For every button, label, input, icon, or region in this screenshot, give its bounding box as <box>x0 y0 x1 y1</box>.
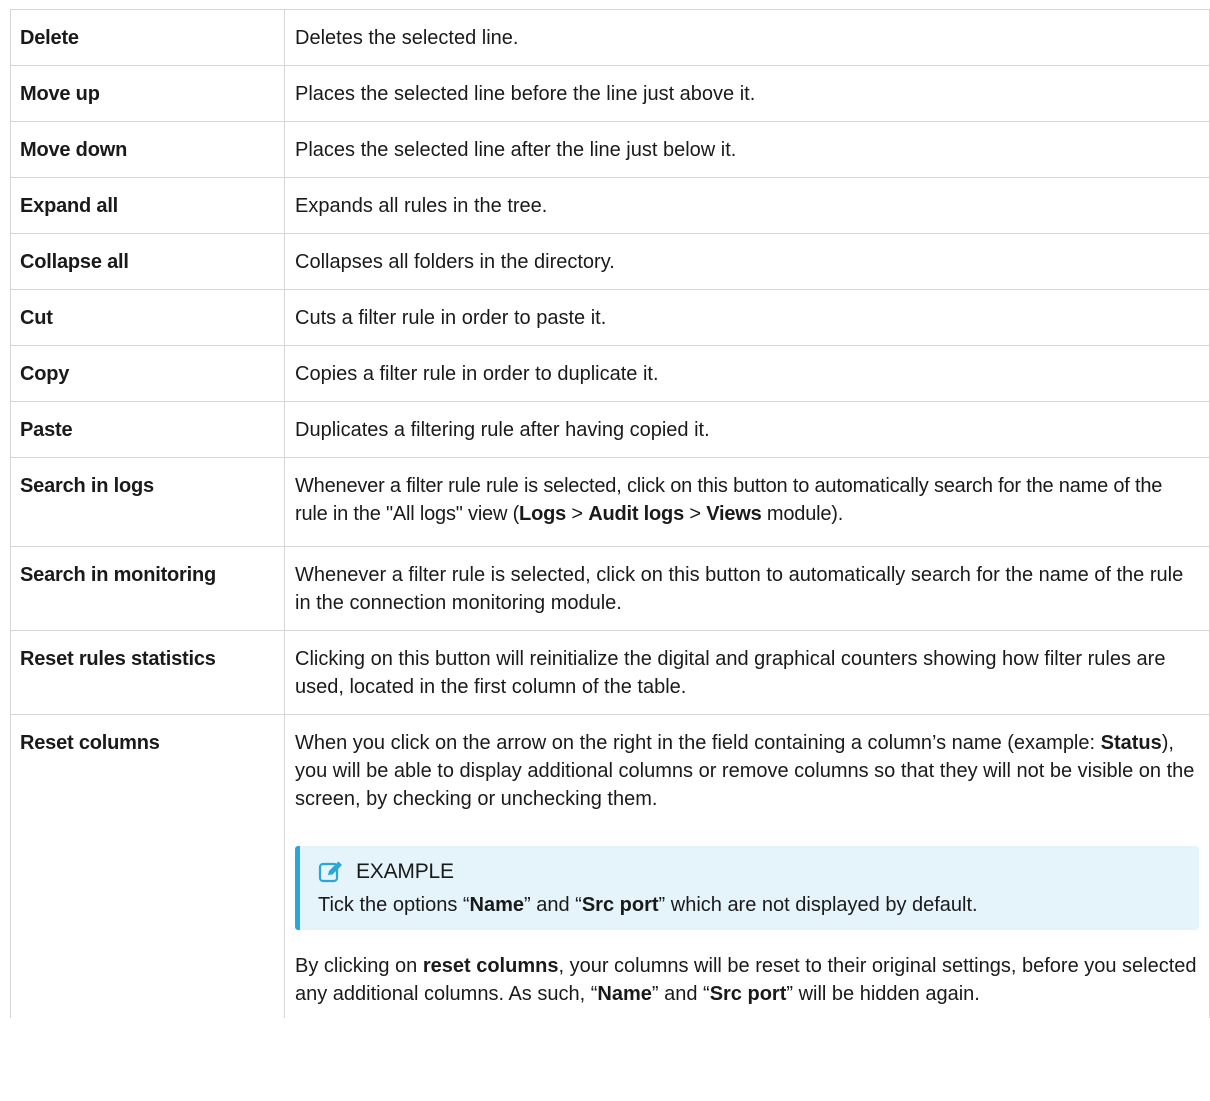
term-cell: Delete <box>10 9 285 66</box>
note-text-part: Tick the options “ <box>318 894 470 916</box>
paragraph-text: By clicking on <box>295 955 423 977</box>
description-cell: Places the selected line before the line… <box>284 65 1210 122</box>
menu-path-audit-logs: Audit logs <box>588 503 684 525</box>
description-cell: Copies a filter rule in order to duplica… <box>284 345 1210 402</box>
term-cell: Paste <box>10 401 285 458</box>
term-cell: Copy <box>10 345 285 402</box>
keyword-src-port: Src port <box>581 894 659 916</box>
term-cell: Search in monitoring <box>10 546 285 631</box>
table-row: Reset columns When you click on the arro… <box>10 714 1210 1018</box>
paragraph: When you click on the arrow on the right… <box>295 729 1199 813</box>
note-text-part: ” and “ <box>524 894 582 916</box>
keyword-reset-columns: reset columns <box>422 955 559 977</box>
table-row: Copy Copies a filter rule in order to du… <box>10 345 1210 402</box>
path-separator: > <box>684 503 707 525</box>
paragraph-text: ” will be hidden again. <box>786 983 980 1005</box>
description-cell: Expands all rules in the tree. <box>284 177 1210 234</box>
table-row: Search in monitoring Whenever a filter r… <box>10 546 1210 631</box>
description-cell: Places the selected line after the line … <box>284 121 1210 178</box>
term-cell: Expand all <box>10 177 285 234</box>
paragraph-text: ” and “ <box>651 983 710 1005</box>
description-cell: Duplicates a filtering rule after having… <box>284 401 1210 458</box>
description-cell: Whenever a filter rule is selected, clic… <box>284 546 1210 631</box>
path-separator: > <box>566 503 589 525</box>
description-cell: Clicking on this button will reinitializ… <box>284 630 1210 715</box>
table-row: Delete Deletes the selected line. <box>10 9 1210 66</box>
keyword-name: Name <box>597 983 652 1005</box>
table-row: Expand all Expands all rules in the tree… <box>10 177 1210 234</box>
keyword-status: Status <box>1100 732 1162 754</box>
paragraph-text: When you click on the arrow on the right… <box>295 732 1101 754</box>
term-cell: Move down <box>10 121 285 178</box>
paragraph: By clicking on reset columns, your colum… <box>295 952 1199 1008</box>
menu-path-views: Views <box>706 503 762 525</box>
keyword-src-port: Src port <box>709 983 787 1005</box>
desc-text: module). <box>761 503 844 525</box>
description-cell: Whenever a filter rule rule is selected,… <box>284 457 1210 547</box>
table-row: Reset rules statistics Clicking on this … <box>10 630 1210 715</box>
note-text-part: ” which are not displayed by default. <box>658 894 978 916</box>
table-row: Collapse all Collapses all folders in th… <box>10 233 1210 290</box>
term-cell: Reset rules statistics <box>10 630 285 715</box>
note-title: EXAMPLE <box>356 860 454 883</box>
description-cell: Cuts a filter rule in order to paste it. <box>284 289 1210 346</box>
description-cell: When you click on the arrow on the right… <box>284 714 1210 1018</box>
table-row: Move up Places the selected line before … <box>10 65 1210 122</box>
term-cell: Search in logs <box>10 457 285 547</box>
table-row: Cut Cuts a filter rule in order to paste… <box>10 289 1210 346</box>
table-row: Paste Duplicates a filtering rule after … <box>10 401 1210 458</box>
term-cell: Collapse all <box>10 233 285 290</box>
table-row: Move down Places the selected line after… <box>10 121 1210 178</box>
note-header: EXAMPLE <box>318 854 1187 890</box>
description-cell: Collapses all folders in the directory. <box>284 233 1210 290</box>
command-table: Delete Deletes the selected line. Move u… <box>10 9 1210 1018</box>
description-cell: Deletes the selected line. <box>284 9 1210 66</box>
keyword-name: Name <box>469 894 525 916</box>
table-row: Search in logs Whenever a filter rule ru… <box>10 457 1210 547</box>
term-cell: Move up <box>10 65 285 122</box>
note-text: Tick the options “Name” and “Src port” w… <box>318 891 1187 919</box>
edit-icon <box>318 860 344 884</box>
term-cell: Reset columns <box>10 714 285 1018</box>
example-note: EXAMPLE Tick the options “Name” and “Src… <box>295 846 1199 930</box>
term-cell: Cut <box>10 289 285 346</box>
menu-path-logs: Logs <box>519 503 567 525</box>
